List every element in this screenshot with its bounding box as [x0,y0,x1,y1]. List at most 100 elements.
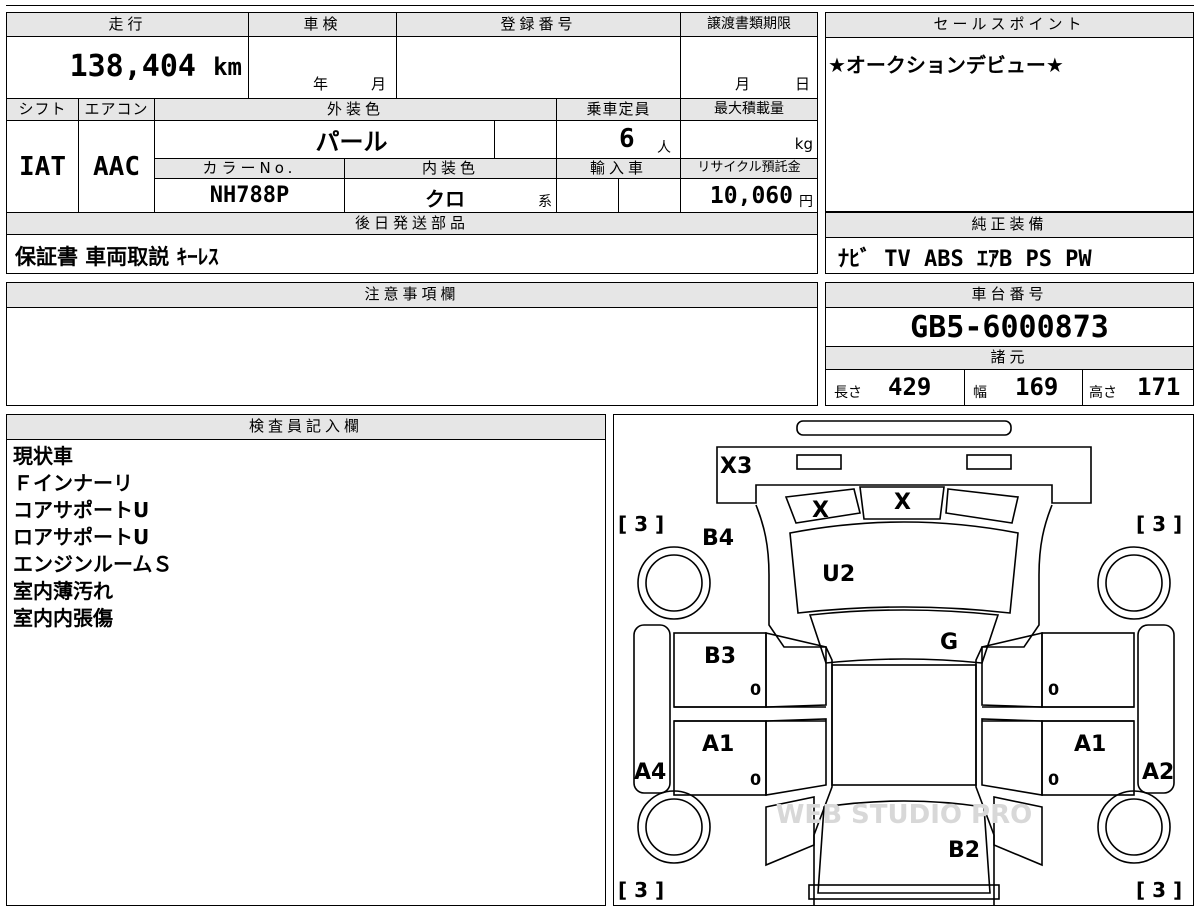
shift-header: シフト [7,99,79,121]
mark-b3: B3 [704,644,736,669]
aircon-header: エアコン [79,99,155,121]
specs-header: 諸元 [826,347,1193,370]
mark-zero: 0 [1048,680,1059,699]
spec-width-value: 169 [1015,373,1059,401]
aircon-value: AAC [79,121,155,213]
mark-x3: X3 [720,454,752,479]
pillar-right-a-shape [981,631,1043,708]
transfer-deadline-header: 譲渡書類期限 [681,13,817,37]
watermark: WEB STUDIO PRO [776,800,1032,830]
roof-front-shape [808,609,1000,664]
shaken-cell: 年 月 [249,37,397,99]
color-no-header: カラーNo. [155,159,345,179]
headlight-right-shape [966,454,1012,470]
wheel-rr-outer-shape [1097,790,1171,864]
mark-zero: 0 [750,680,761,699]
transfer-month-label: 月 [735,75,751,93]
caution-box: 注意事項欄 [6,282,818,406]
spec-height-value: 171 [1137,373,1181,401]
equipment-box: 純正装備 ﾅﾋﾞ TV ABS ｴｱB PS PW [825,212,1194,274]
max-load-header: 最大積載量 [681,99,817,121]
interior-color-suffix: 系 [538,194,552,210]
vehicle-info-table: 走行 車検 登録番号 譲渡書類期限 138,404 km 年 月 月 日 シフト… [6,12,818,274]
pillar-left-a-shape [765,631,827,708]
roof-shape [831,664,977,786]
exterior-color-value: パール [155,121,495,159]
exterior-color-header: 外装色 [155,99,557,121]
recycle-unit: 円 [799,194,813,210]
mark-zero: 0 [750,770,761,789]
max-load-cell: kg [681,121,817,159]
max-load-unit: kg [794,135,813,153]
inspector-note: 現状車 [13,444,73,468]
pillar-right-b-shape [981,718,1043,796]
recycle-cell: 10,060 円 [681,179,817,213]
mileage-cell: 138,404 km [7,37,249,99]
spec-height-label: 高さ [1089,385,1117,401]
inspector-note: 室内薄汚れ [13,579,113,603]
mark-b4: B4 [702,526,734,551]
mileage-unit: km [213,53,242,81]
car-diagram: WEB STUDIO PRO X3 X X B4 U2 G B3 A1 A1 A… [618,420,1182,905]
tire-bl: [ 3 ] [618,878,664,902]
tire-tl: [ 3 ] [618,512,664,536]
shift-value: IAT [7,121,79,213]
mark-x-left: X [812,498,829,523]
mileage-header: 走行 [7,13,249,37]
mileage-value: 138,404 [69,49,196,84]
inspector-note: ロアサポートU [13,525,150,549]
inspector-note: Ｆインナーリ [13,471,133,495]
caution-header: 注意事項欄 [7,283,817,308]
tire-tr: [ 3 ] [1136,512,1182,536]
chassis-header: 車台番号 [826,283,1193,308]
mark-b2: B2 [948,838,980,863]
shaken-header: 車検 [249,13,397,37]
spec-height-cell: 高さ 171 [1083,370,1193,406]
top-clipped-strip [6,0,1194,6]
capacity-unit: 人 [657,140,671,156]
inspector-note: コアサポートU [13,498,150,522]
tire-br: [ 3 ] [1136,878,1182,902]
spec-width-cell: 幅 169 [965,370,1083,406]
mark-x-right: X [894,490,911,515]
shaken-year-label: 年 [313,75,329,93]
inspector-note: エンジンルームＳ [13,552,173,576]
transfer-day-label: 日 [795,75,811,93]
grille-right-shape [945,488,1019,524]
interior-color-header: 内装色 [345,159,557,179]
sales-point-box: セールスポイント ★オークションデビュー★ [825,12,1194,212]
headlight-left-shape [796,454,842,470]
front-bumper-shape [796,420,1012,436]
chassis-box: 車台番号 GB5-6000873 諸元 長さ 429 幅 169 高さ 171 [825,282,1194,406]
import-header: 輸入車 [557,159,681,179]
inspector-note: 室内内張傷 [13,606,113,630]
reg-no-header: 登録番号 [397,13,681,37]
exterior-color-extra [495,121,557,159]
color-no-value: NH788P [155,179,345,213]
interior-color-cell: クロ 系 [345,179,557,213]
capacity-cell: 6 人 [557,121,681,159]
later-parts-value: 保証書 車両取説 ｷｰﾚｽ [15,245,219,269]
inspector-notes: 現状車 Ｆインナーリ コアサポートU ロアサポートU エンジンルームＳ 室内薄汚… [13,443,172,632]
import-cell-a [557,179,619,213]
spec-width-label: 幅 [973,385,987,401]
recycle-value: 10,060 [709,183,793,209]
sales-point-text: ★オークションデビュー★ [828,53,1064,77]
capacity-header: 乗車定員 [557,99,681,121]
capacity-value: 6 [619,124,635,154]
mark-a1-left: A1 [702,732,734,757]
later-parts-header: 後日発送部品 [7,213,817,235]
inspector-box: 検査員記入欄 現状車 Ｆインナーリ コアサポートU ロアサポートU エンジンルー… [6,414,606,906]
spec-length-label: 長さ [834,385,862,401]
sales-point-header: セールスポイント [826,13,1193,38]
equipment-header: 純正装備 [826,213,1193,238]
rear-bumper-shape [808,884,1000,900]
wheel-fl-outer-shape [637,546,711,620]
interior-color-value: クロ [425,187,465,211]
mark-u2: U2 [822,562,855,587]
mark-g: G [940,630,958,655]
wheel-rl-outer-shape [637,790,711,864]
shaken-month-label: 月 [371,75,387,93]
import-cell-b [619,179,681,213]
recycle-header: リサイクル預託金 [681,159,817,179]
